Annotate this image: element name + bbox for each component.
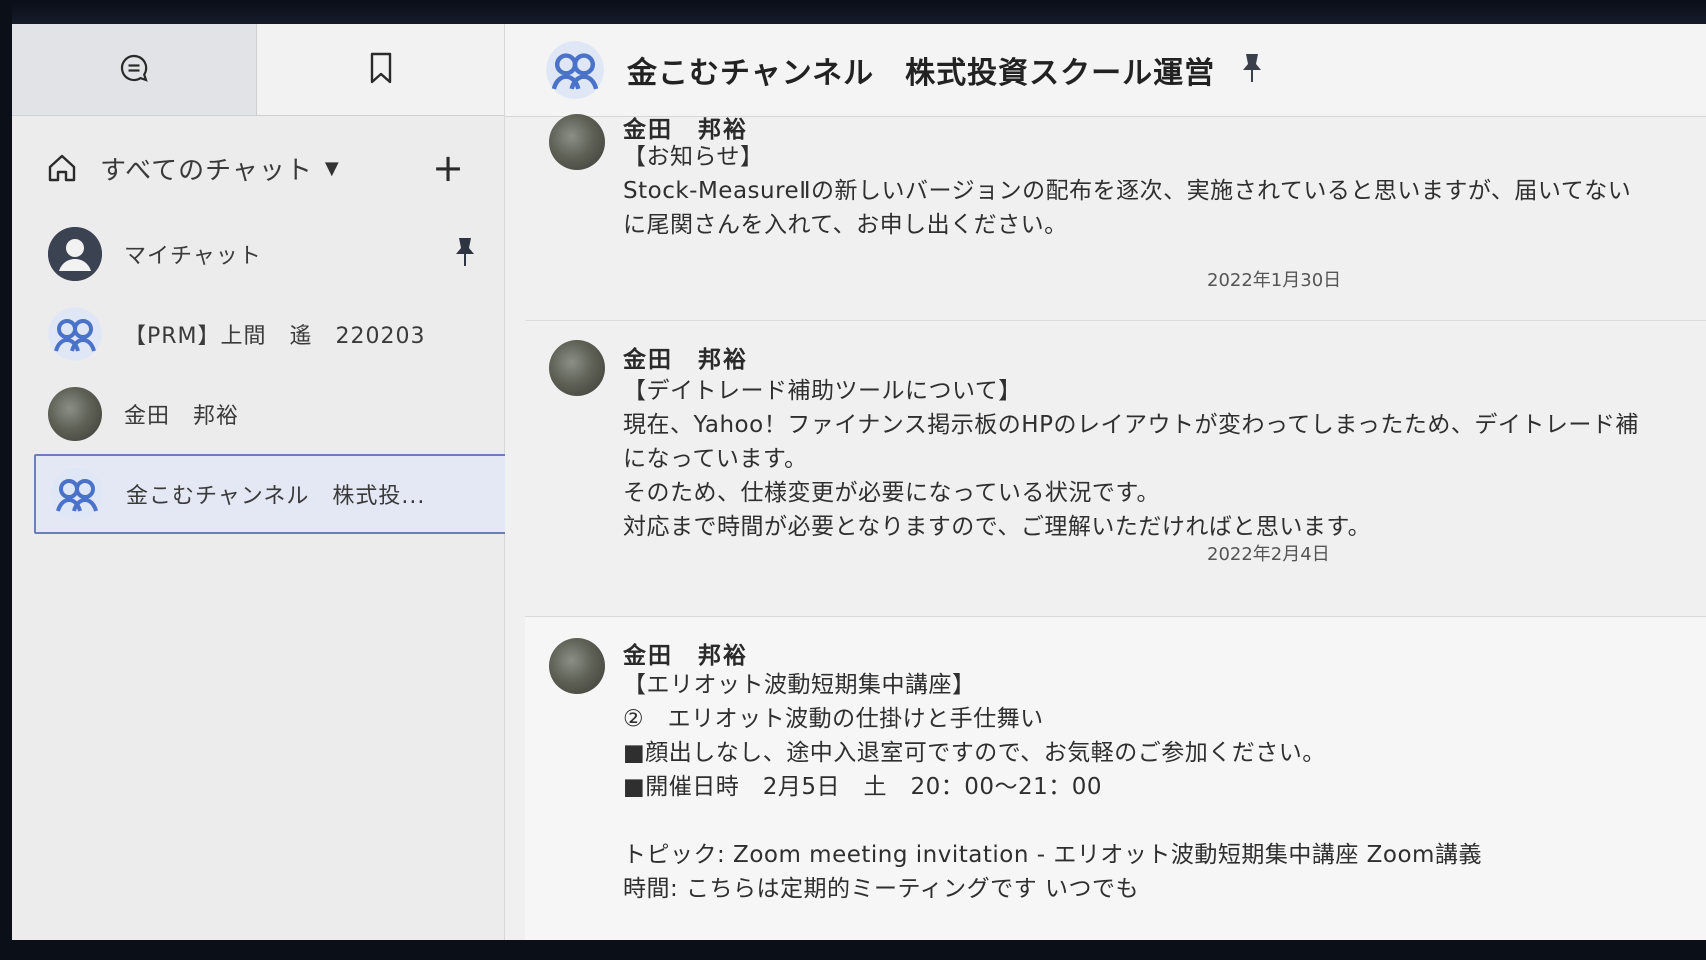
- sidebar-tabbar: [12, 24, 504, 116]
- message-item: 金田 邦裕 【デイトレード補助ツールについて】 現在、Yahoo！ファイナンス掲…: [505, 340, 1706, 550]
- message-line: 対応まで時間が必要となりますので、ご理解いただければと思います。: [623, 514, 1372, 540]
- message-line: 【デイトレード補助ツールについて】: [623, 378, 1022, 404]
- message-line: に尾関さんを入れて、お申し出ください。: [623, 212, 1068, 238]
- message-line: ■開催日時 2月5日 土 20：00～21：00: [623, 774, 1103, 800]
- message-body: 【デイトレード補助ツールについて】 現在、Yahoo！ファイナンス掲示板のHPの…: [623, 374, 1639, 544]
- divider: [525, 320, 1706, 321]
- message-body: 【エリオット波動短期集中講座】 ② エリオット波動の仕掛けと手仕舞い ■顔出しな…: [623, 668, 1482, 906]
- message-line: 【エリオット波動短期集中講座】: [623, 672, 976, 698]
- group-icon[interactable]: [545, 40, 605, 100]
- message-item: 金田 邦裕 【エリオット波動短期集中講座】 ② エリオット波動の仕掛けと手仕舞い…: [505, 638, 1706, 938]
- group-icon: [48, 307, 102, 361]
- photo-avatar[interactable]: [549, 638, 605, 694]
- chat-item-my-chat[interactable]: マイチャット: [34, 216, 508, 292]
- person-icon: [48, 227, 102, 281]
- pin-icon[interactable]: [1241, 52, 1263, 88]
- chat-title: 金こむチャンネル 株式投資スクール運営: [627, 56, 1216, 91]
- group-icon: [50, 467, 104, 521]
- pin-icon[interactable]: [454, 236, 476, 272]
- message-date: 2022年1月30日: [1207, 270, 1342, 291]
- photo-avatar[interactable]: [549, 114, 605, 170]
- home-icon[interactable]: [42, 148, 82, 188]
- photo-avatar[interactable]: [549, 340, 605, 396]
- chat-item-label: 金田 邦裕: [124, 404, 240, 429]
- chevron-down-icon[interactable]: ▼: [325, 158, 339, 179]
- message-item: 金田 邦裕 【お知らせ】 Stock-MeasureⅡの新しいバージョンの配布を…: [505, 114, 1706, 296]
- message-line: 時間: こちらは定期的ミーティングです いつでも: [623, 876, 1139, 902]
- photo-avatar: [48, 387, 102, 441]
- bookmark-icon: [368, 52, 394, 88]
- chat-bubble-icon: [119, 53, 149, 87]
- chat-item-kaneda[interactable]: 金田 邦裕: [34, 376, 508, 452]
- message-line: Stock-MeasureⅡの新しいバージョンの配布を逐次、実施されていると思い…: [623, 178, 1632, 204]
- chat-item-label: 金こむチャンネル 株式投...: [126, 484, 426, 509]
- message-line: になっています。: [623, 446, 808, 472]
- message-line: ② エリオット波動の仕掛けと手仕舞い: [623, 706, 1044, 732]
- chat-item-label: マイチャット: [124, 244, 262, 269]
- message-sender: 金田 邦裕: [623, 347, 748, 373]
- monitor-bezel-top: [0, 0, 1706, 26]
- monitor-bezel-left: [0, 0, 12, 960]
- message-sender: 金田 邦裕: [623, 643, 748, 669]
- message-date: 2022年2月4日: [1207, 544, 1330, 565]
- chat-item-label: 【PRM】上間 遙 220203: [124, 324, 426, 349]
- chat-item-kanekomu-channel[interactable]: 金こむチャンネル 株式投...: [34, 454, 508, 534]
- message-line: そのため、仕様変更が必要になっている状況です。: [623, 480, 1161, 506]
- sidebar: すべてのチャット ▼ + マイチャット 【PRM】上間 遙 220203 金田 …: [12, 24, 508, 944]
- all-chats-dropdown[interactable]: すべてのチャット: [100, 150, 313, 187]
- all-chats-header: すべてのチャット ▼ +: [42, 144, 482, 192]
- chat-main: 金こむチャンネル 株式投資スクール運営 金田 邦裕 【お知らせ】 Stock-M…: [505, 24, 1706, 944]
- message-sender: 金田 邦裕: [623, 117, 748, 143]
- add-chat-button[interactable]: +: [432, 146, 464, 190]
- chat-item-prm[interactable]: 【PRM】上間 遙 220203: [34, 296, 508, 372]
- message-line: [623, 804, 1482, 838]
- tab-bookmarks[interactable]: [257, 24, 504, 116]
- tab-chats[interactable]: [12, 24, 257, 116]
- chat-header: 金こむチャンネル 株式投資スクール運営: [505, 24, 1706, 117]
- app-window: すべてのチャット ▼ + マイチャット 【PRM】上間 遙 220203 金田 …: [12, 24, 1706, 944]
- message-body: 【お知らせ】 Stock-MeasureⅡの新しいバージョンの配布を逐次、実施さ…: [623, 140, 1631, 242]
- message-line: トピック: Zoom meeting invitation - エリオット波動短…: [623, 842, 1482, 868]
- message-line: 現在、Yahoo！ファイナンス掲示板のHPのレイアウトが変わってしまったため、デ…: [623, 412, 1639, 438]
- message-line: 【お知らせ】: [623, 144, 764, 170]
- monitor-bezel-bottom: [0, 940, 1706, 960]
- message-line: ■顔出しなし、途中入退室可ですので、お気軽のご参加ください。: [623, 740, 1326, 766]
